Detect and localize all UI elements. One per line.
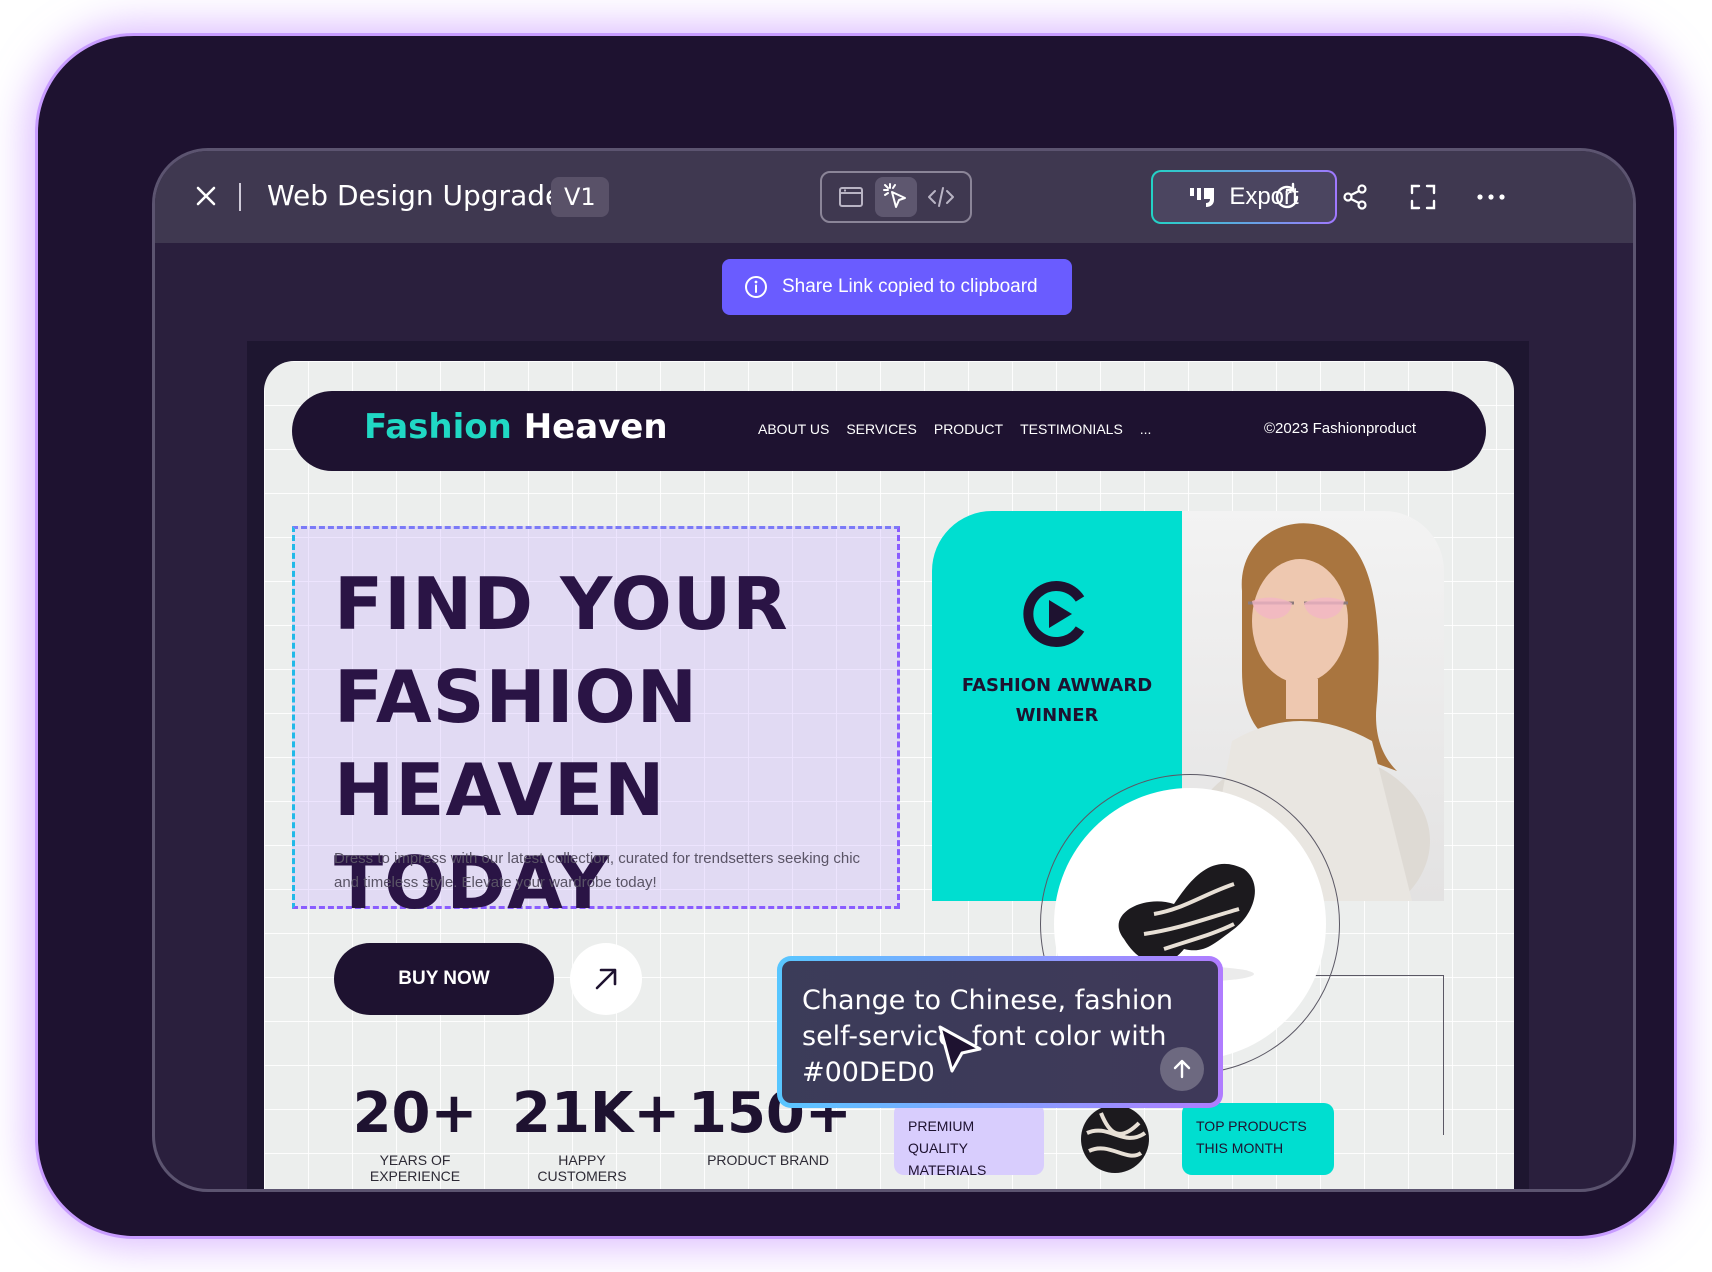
prompt-text[interactable]: Change to Chinese, fashion self-service,… [802, 983, 1202, 1091]
nav-more[interactable]: ... [1140, 421, 1152, 437]
project-title: Web Design Upgrade [267, 179, 563, 212]
website-preview: Fashion Heaven ABOUT US SERVICES PRODUCT… [264, 361, 1514, 1189]
window-icon[interactable] [830, 177, 872, 217]
share-icon[interactable] [1337, 179, 1373, 215]
product-thumbnail [1081, 1105, 1149, 1173]
stat-label: PRODUCT BRAND [707, 1152, 829, 1168]
logo-heaven: Heaven [523, 407, 668, 447]
close-icon[interactable] [191, 181, 221, 211]
version-badge[interactable]: V1 [551, 177, 609, 217]
stat-label: HAPPY CUSTOMERS [537, 1152, 627, 1184]
buy-now-button[interactable]: BUY NOW [334, 943, 554, 1015]
share-toast: Share Link copied to clipboard [722, 259, 1072, 315]
editor-window: Web Design Upgrade V1 Export Share Link … [152, 148, 1636, 1192]
arrow-up-icon [1173, 1059, 1191, 1079]
arrow-up-right-icon [595, 968, 617, 990]
refresh-icon[interactable] [1269, 179, 1305, 215]
arrow-button[interactable] [570, 943, 642, 1015]
design-canvas: Fashion Heaven ABOUT US SERVICES PRODUCT… [247, 341, 1529, 1189]
stat-number: 20+ [352, 1081, 478, 1146]
award-text: FASHION AWWARD WINNER [961, 675, 1153, 726]
code-icon[interactable] [920, 177, 962, 217]
select-pointer-icon[interactable] [874, 177, 917, 217]
copyright-text: ©2023 Fashionproduct [1264, 420, 1416, 437]
device-frame: Web Design Upgrade V1 Export Share Link … [38, 36, 1674, 1236]
top-toolbar: Web Design Upgrade V1 Export [155, 151, 1633, 243]
toolbar-divider [239, 183, 241, 211]
export-logo-icon [1190, 188, 1215, 207]
nav-about[interactable]: ABOUT US [758, 421, 829, 437]
ai-prompt-bubble[interactable]: Change to Chinese, fashion self-service,… [777, 956, 1223, 1108]
more-icon[interactable] [1473, 179, 1509, 215]
hero-description[interactable]: Dress to impress with our latest collect… [334, 847, 874, 895]
logo-fashion: Fashion [364, 407, 512, 447]
send-button[interactable] [1160, 1047, 1204, 1091]
top-products-pill: TOP PRODUCTS THIS MONTH [1182, 1103, 1334, 1175]
stat-label: YEARS OF EXPERIENCE [369, 1152, 461, 1184]
nav-links: ABOUT US SERVICES PRODUCT TESTIMONIALS .… [758, 421, 1151, 437]
stat-experience: 20+ YEARS OF EXPERIENCE [340, 1081, 490, 1184]
mouse-cursor-icon [938, 1025, 982, 1073]
export-button[interactable]: Export [1151, 170, 1337, 224]
nav-product[interactable]: PRODUCT [934, 421, 1003, 437]
site-logo[interactable]: Fashion Heaven [364, 407, 668, 447]
site-navbar: Fashion Heaven ABOUT US SERVICES PRODUCT… [292, 391, 1486, 471]
toast-text: Share Link copied to clipboard [782, 276, 1038, 297]
fullscreen-icon[interactable] [1405, 179, 1441, 215]
stat-number: 21K+ [512, 1081, 681, 1146]
premium-quality-pill: PREMIUM QUALITY MATERIALS [894, 1103, 1044, 1178]
nav-testimonials[interactable]: TESTIMONIALS [1020, 421, 1123, 437]
stat-customers: 21K+ HAPPY CUSTOMERS [512, 1081, 681, 1184]
nav-services[interactable]: SERVICES [846, 421, 917, 437]
play-logo-icon [1023, 581, 1085, 647]
info-icon [745, 276, 767, 298]
view-mode-switcher [820, 171, 972, 223]
